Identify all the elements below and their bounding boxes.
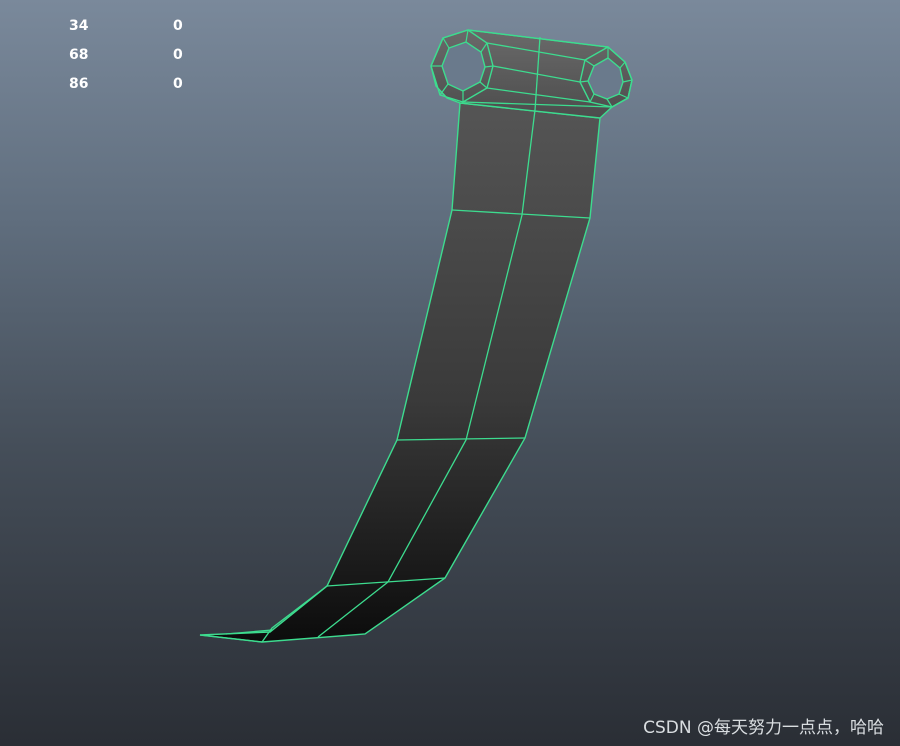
polygon-mesh[interactable] [0, 0, 900, 746]
watermark-caption: CSDN @每天努力一点点，哈哈 [643, 718, 884, 738]
3d-viewport[interactable]: 34 0 68 0 86 0 CSDN @每天努力一点点，哈哈 [0, 0, 900, 746]
